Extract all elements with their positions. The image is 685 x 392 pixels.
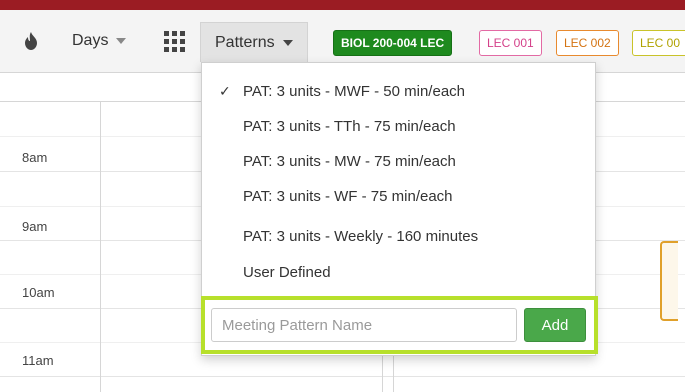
days-dropdown-button[interactable]: Days bbox=[62, 22, 136, 60]
calendar-event-block[interactable] bbox=[660, 241, 678, 321]
pattern-option-mwf-50[interactable]: ✓ PAT: 3 units - MWF - 50 min/each bbox=[202, 74, 595, 108]
checkmark-icon: ✓ bbox=[219, 82, 231, 99]
time-label-9am: 9am bbox=[22, 219, 48, 234]
chevron-down-icon bbox=[282, 39, 293, 46]
pattern-option-label: PAT: 3 units - MWF - 50 min/each bbox=[243, 82, 466, 100]
pattern-option-label: PAT: 3 units - MW - 75 min/each bbox=[243, 152, 456, 170]
add-pattern-button[interactable]: Add bbox=[524, 308, 586, 342]
day-column-divider bbox=[100, 102, 101, 392]
time-label-10am: 10am bbox=[22, 285, 55, 300]
pattern-option-weekly-160[interactable]: PAT: 3 units - Weekly - 160 minutes bbox=[202, 219, 595, 253]
pattern-option-user-defined[interactable]: User Defined bbox=[202, 255, 595, 289]
course-badge-lec-003[interactable]: LEC 00 bbox=[632, 30, 685, 56]
grid-icon bbox=[163, 30, 185, 52]
chevron-down-icon bbox=[116, 38, 127, 44]
top-accent-bar bbox=[0, 0, 685, 10]
days-label: Days bbox=[72, 32, 109, 49]
pattern-option-label: PAT: 3 units - Weekly - 160 minutes bbox=[243, 227, 479, 245]
pattern-option-label: User Defined bbox=[243, 263, 331, 281]
course-badge-lec-001[interactable]: LEC 001 bbox=[479, 30, 542, 56]
course-badge-lec-002[interactable]: LEC 002 bbox=[556, 30, 619, 56]
meeting-pattern-name-input[interactable] bbox=[211, 308, 517, 342]
time-label-11am: 11am bbox=[22, 353, 54, 368]
pattern-option-mw-75[interactable]: PAT: 3 units - MW - 75 min/each bbox=[202, 144, 595, 178]
pattern-option-label: PAT: 3 units - WF - 75 min/each bbox=[243, 187, 453, 205]
course-badge-biol-200-004[interactable]: BIOL 200-004 LEC bbox=[333, 30, 453, 56]
pattern-option-tth-75[interactable]: PAT: 3 units - TTh - 75 min/each bbox=[202, 109, 595, 143]
patterns-label: Patterns bbox=[215, 33, 275, 51]
grid-line bbox=[0, 376, 685, 377]
pattern-option-wf-75[interactable]: PAT: 3 units - WF - 75 min/each bbox=[202, 179, 595, 213]
grid-view-button[interactable] bbox=[152, 22, 196, 60]
add-pattern-form: Add bbox=[201, 296, 598, 354]
patterns-dropdown-button[interactable]: Patterns bbox=[200, 22, 308, 62]
flame-icon bbox=[25, 32, 37, 50]
pattern-option-label: PAT: 3 units - TTh - 75 min/each bbox=[243, 117, 456, 135]
flame-button[interactable] bbox=[16, 22, 46, 60]
time-label-8am: 8am bbox=[22, 150, 48, 165]
